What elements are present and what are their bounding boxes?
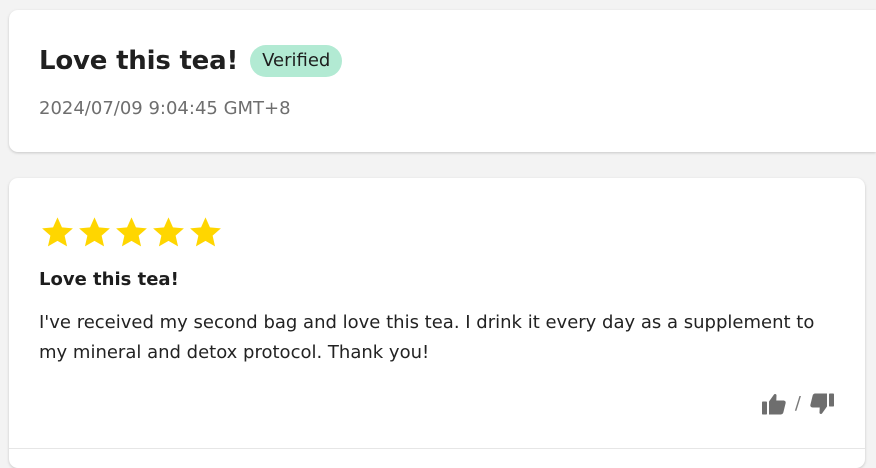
star-rating <box>40 215 223 250</box>
review-header-card: Love this tea! Verified 2024/07/09 9:04:… <box>9 10 876 152</box>
review-body: I've received my second bag and love thi… <box>39 312 815 363</box>
divider <box>9 448 865 449</box>
helpful-button[interactable] <box>760 390 788 418</box>
title-row: Love this tea! Verified <box>39 44 343 78</box>
thumbs-down-icon <box>810 393 834 415</box>
vote-separator: / <box>794 393 801 414</box>
thumbs-up-icon <box>761 393 786 415</box>
star-icon <box>153 217 184 247</box>
vote-controls: / <box>760 390 836 418</box>
star-icon <box>79 217 110 247</box>
star-icon <box>190 217 221 247</box>
not-helpful-button[interactable] <box>808 390 836 418</box>
review-timestamp: 2024/07/09 9:04:45 GMT+8 <box>39 98 291 119</box>
review-card: Love this tea! I've received my second b… <box>9 178 865 468</box>
star-icon <box>116 217 147 247</box>
star-icon <box>42 217 73 247</box>
verified-badge: Verified <box>250 45 343 77</box>
review-header-title: Love this tea! <box>39 46 239 76</box>
review-title: Love this tea! <box>39 269 179 290</box>
